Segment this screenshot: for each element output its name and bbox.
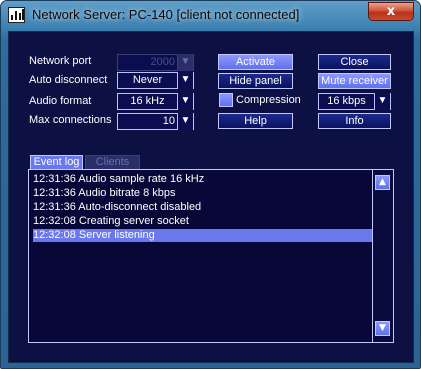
auto-disconnect-select[interactable]: Never ▼	[117, 72, 194, 89]
audio-format-value: 16 kHz	[130, 95, 165, 107]
network-port-field: 2000 ▼	[117, 54, 194, 71]
list-item-selected[interactable]: 12:32:08 Server listening	[33, 229, 372, 242]
bitrate-value: 16 kbps	[327, 95, 366, 107]
network-port-value: 2000	[150, 56, 175, 68]
bitrate-select[interactable]: 16 kbps ▼	[318, 93, 391, 110]
chevron-down-icon: ▼	[177, 54, 193, 71]
server-window: Network Server: PC-140 [client not conne…	[0, 0, 421, 369]
chevron-down-icon[interactable]: ▼	[177, 93, 193, 110]
list-item[interactable]: 12:31:36 Audio bitrate 8 kbps	[33, 187, 176, 200]
max-connections-value[interactable]: 10	[163, 115, 175, 127]
info-button[interactable]: Info	[318, 113, 391, 129]
auto-disconnect-value: Never	[132, 74, 163, 86]
audio-bars-icon[interactable]	[8, 7, 25, 23]
auto-disconnect-label: Auto disconnect	[29, 74, 108, 86]
hide-panel-button[interactable]: Hide panel	[218, 73, 293, 89]
log-scrollbar[interactable]: ▲ ▼	[372, 170, 393, 342]
audio-format-select[interactable]: 16 kHz ▼	[117, 93, 194, 110]
event-log-list[interactable]: 12:31:36 Audio sample rate 16 kHz 12:31:…	[28, 169, 394, 343]
list-item[interactable]: 12:32:08 Creating server socket	[33, 215, 189, 228]
audio-format-label: Audio format	[29, 95, 92, 107]
scroll-down-icon[interactable]: ▼	[375, 321, 390, 336]
chevron-down-icon[interactable]: ▼	[177, 72, 193, 89]
list-item[interactable]: 12:31:36 Audio sample rate 16 kHz	[33, 173, 204, 186]
chevron-down-icon[interactable]: ▼	[374, 93, 390, 110]
help-button[interactable]: Help	[218, 113, 293, 129]
max-connections-field[interactable]: 10 ▼	[117, 113, 194, 130]
chevron-down-icon[interactable]: ▼	[177, 113, 193, 130]
list-item[interactable]: 12:31:36 Auto-disconnect disabled	[33, 201, 201, 214]
window-close-button[interactable]: x	[368, 2, 414, 21]
scroll-up-icon[interactable]: ▲	[375, 175, 390, 190]
tab-clients[interactable]: Clients	[85, 155, 140, 169]
close-icon: x	[386, 4, 396, 19]
network-port-label: Network port	[29, 55, 92, 67]
compression-label: Compression	[236, 94, 301, 106]
close-button[interactable]: Close	[318, 54, 391, 70]
window-title: Network Server: PC-140 [client not conne…	[32, 7, 300, 22]
mute-receiver-button[interactable]: Mute receiver	[318, 73, 391, 89]
title-bar[interactable]: Network Server: PC-140 [client not conne…	[1, 1, 420, 29]
tab-event-log[interactable]: Event log	[30, 155, 83, 169]
compression-checkbox[interactable]	[219, 93, 233, 107]
activate-button[interactable]: Activate	[218, 54, 293, 70]
max-connections-label: Max connections	[29, 114, 112, 126]
